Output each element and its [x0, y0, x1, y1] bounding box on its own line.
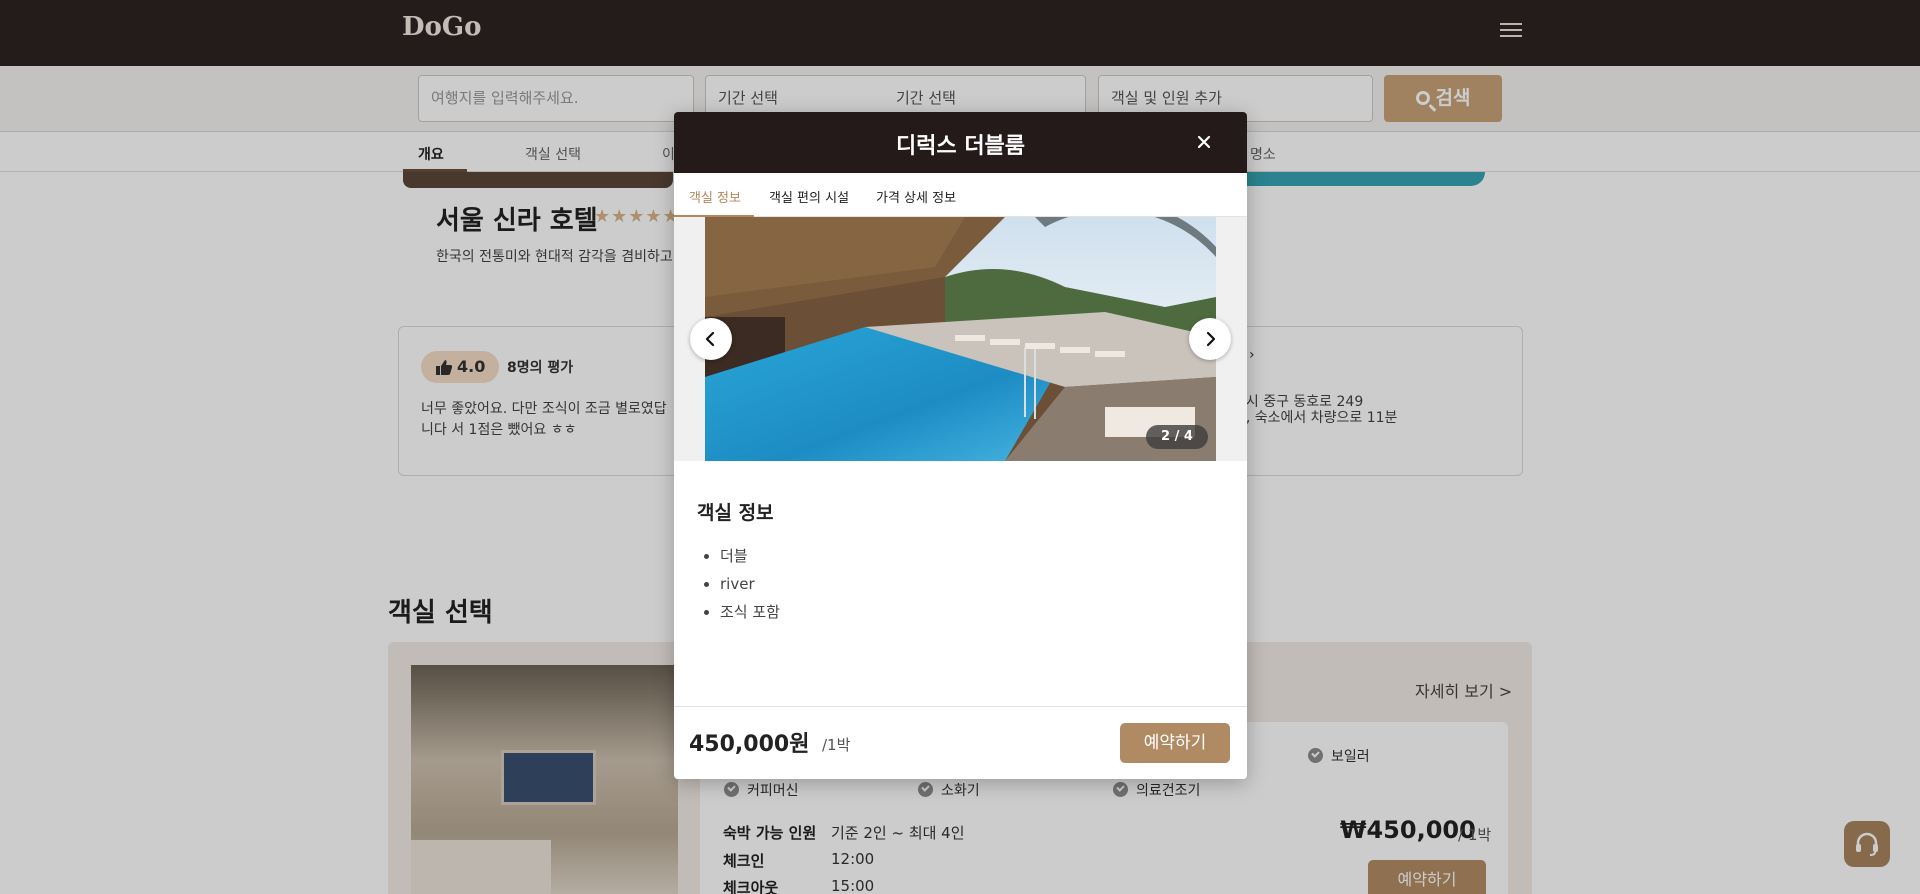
carousel-slide-pool [705, 217, 1216, 461]
photo-carousel: 2 / 4 [674, 217, 1247, 461]
list-item: river [720, 570, 780, 598]
list-item: 더블 [720, 542, 780, 570]
modal-title: 디럭스 더블룸 [895, 134, 1026, 159]
modal-tabs: 객실 정보 객실 편의 시설 가격 상세 정보 [674, 173, 1247, 217]
modal-footer: 450,000원 /1박 예약하기 [674, 706, 1247, 779]
carousel-prev-button[interactable] [690, 318, 732, 360]
book-button[interactable]: 예약하기 [1120, 723, 1230, 763]
room-info-list: 더블 river 조식 포함 [720, 542, 780, 626]
list-item: 조식 포함 [720, 598, 780, 626]
room-info-title: 객실 정보 [697, 502, 774, 524]
carousel-next-button[interactable] [1189, 318, 1231, 360]
carousel-counter: 2 / 4 [1146, 425, 1208, 449]
chevron-right-icon [1206, 331, 1216, 347]
room-detail-modal: 디럭스 더블룸 객실 정보 객실 편의 시설 가격 상세 정보 2 / 4 객실… [674, 112, 1247, 779]
tab-room-amenities[interactable]: 객실 편의 시설 [769, 187, 849, 206]
modal-price: 450,000원 [689, 732, 810, 757]
tab-price-details[interactable]: 가격 상세 정보 [876, 187, 956, 206]
close-icon[interactable] [1191, 129, 1217, 155]
modal-header: 디럭스 더블룸 [674, 112, 1247, 173]
modal-price-unit: /1박 [822, 736, 851, 754]
chevron-left-icon [705, 331, 715, 347]
tab-room-info[interactable]: 객실 정보 [689, 187, 741, 206]
